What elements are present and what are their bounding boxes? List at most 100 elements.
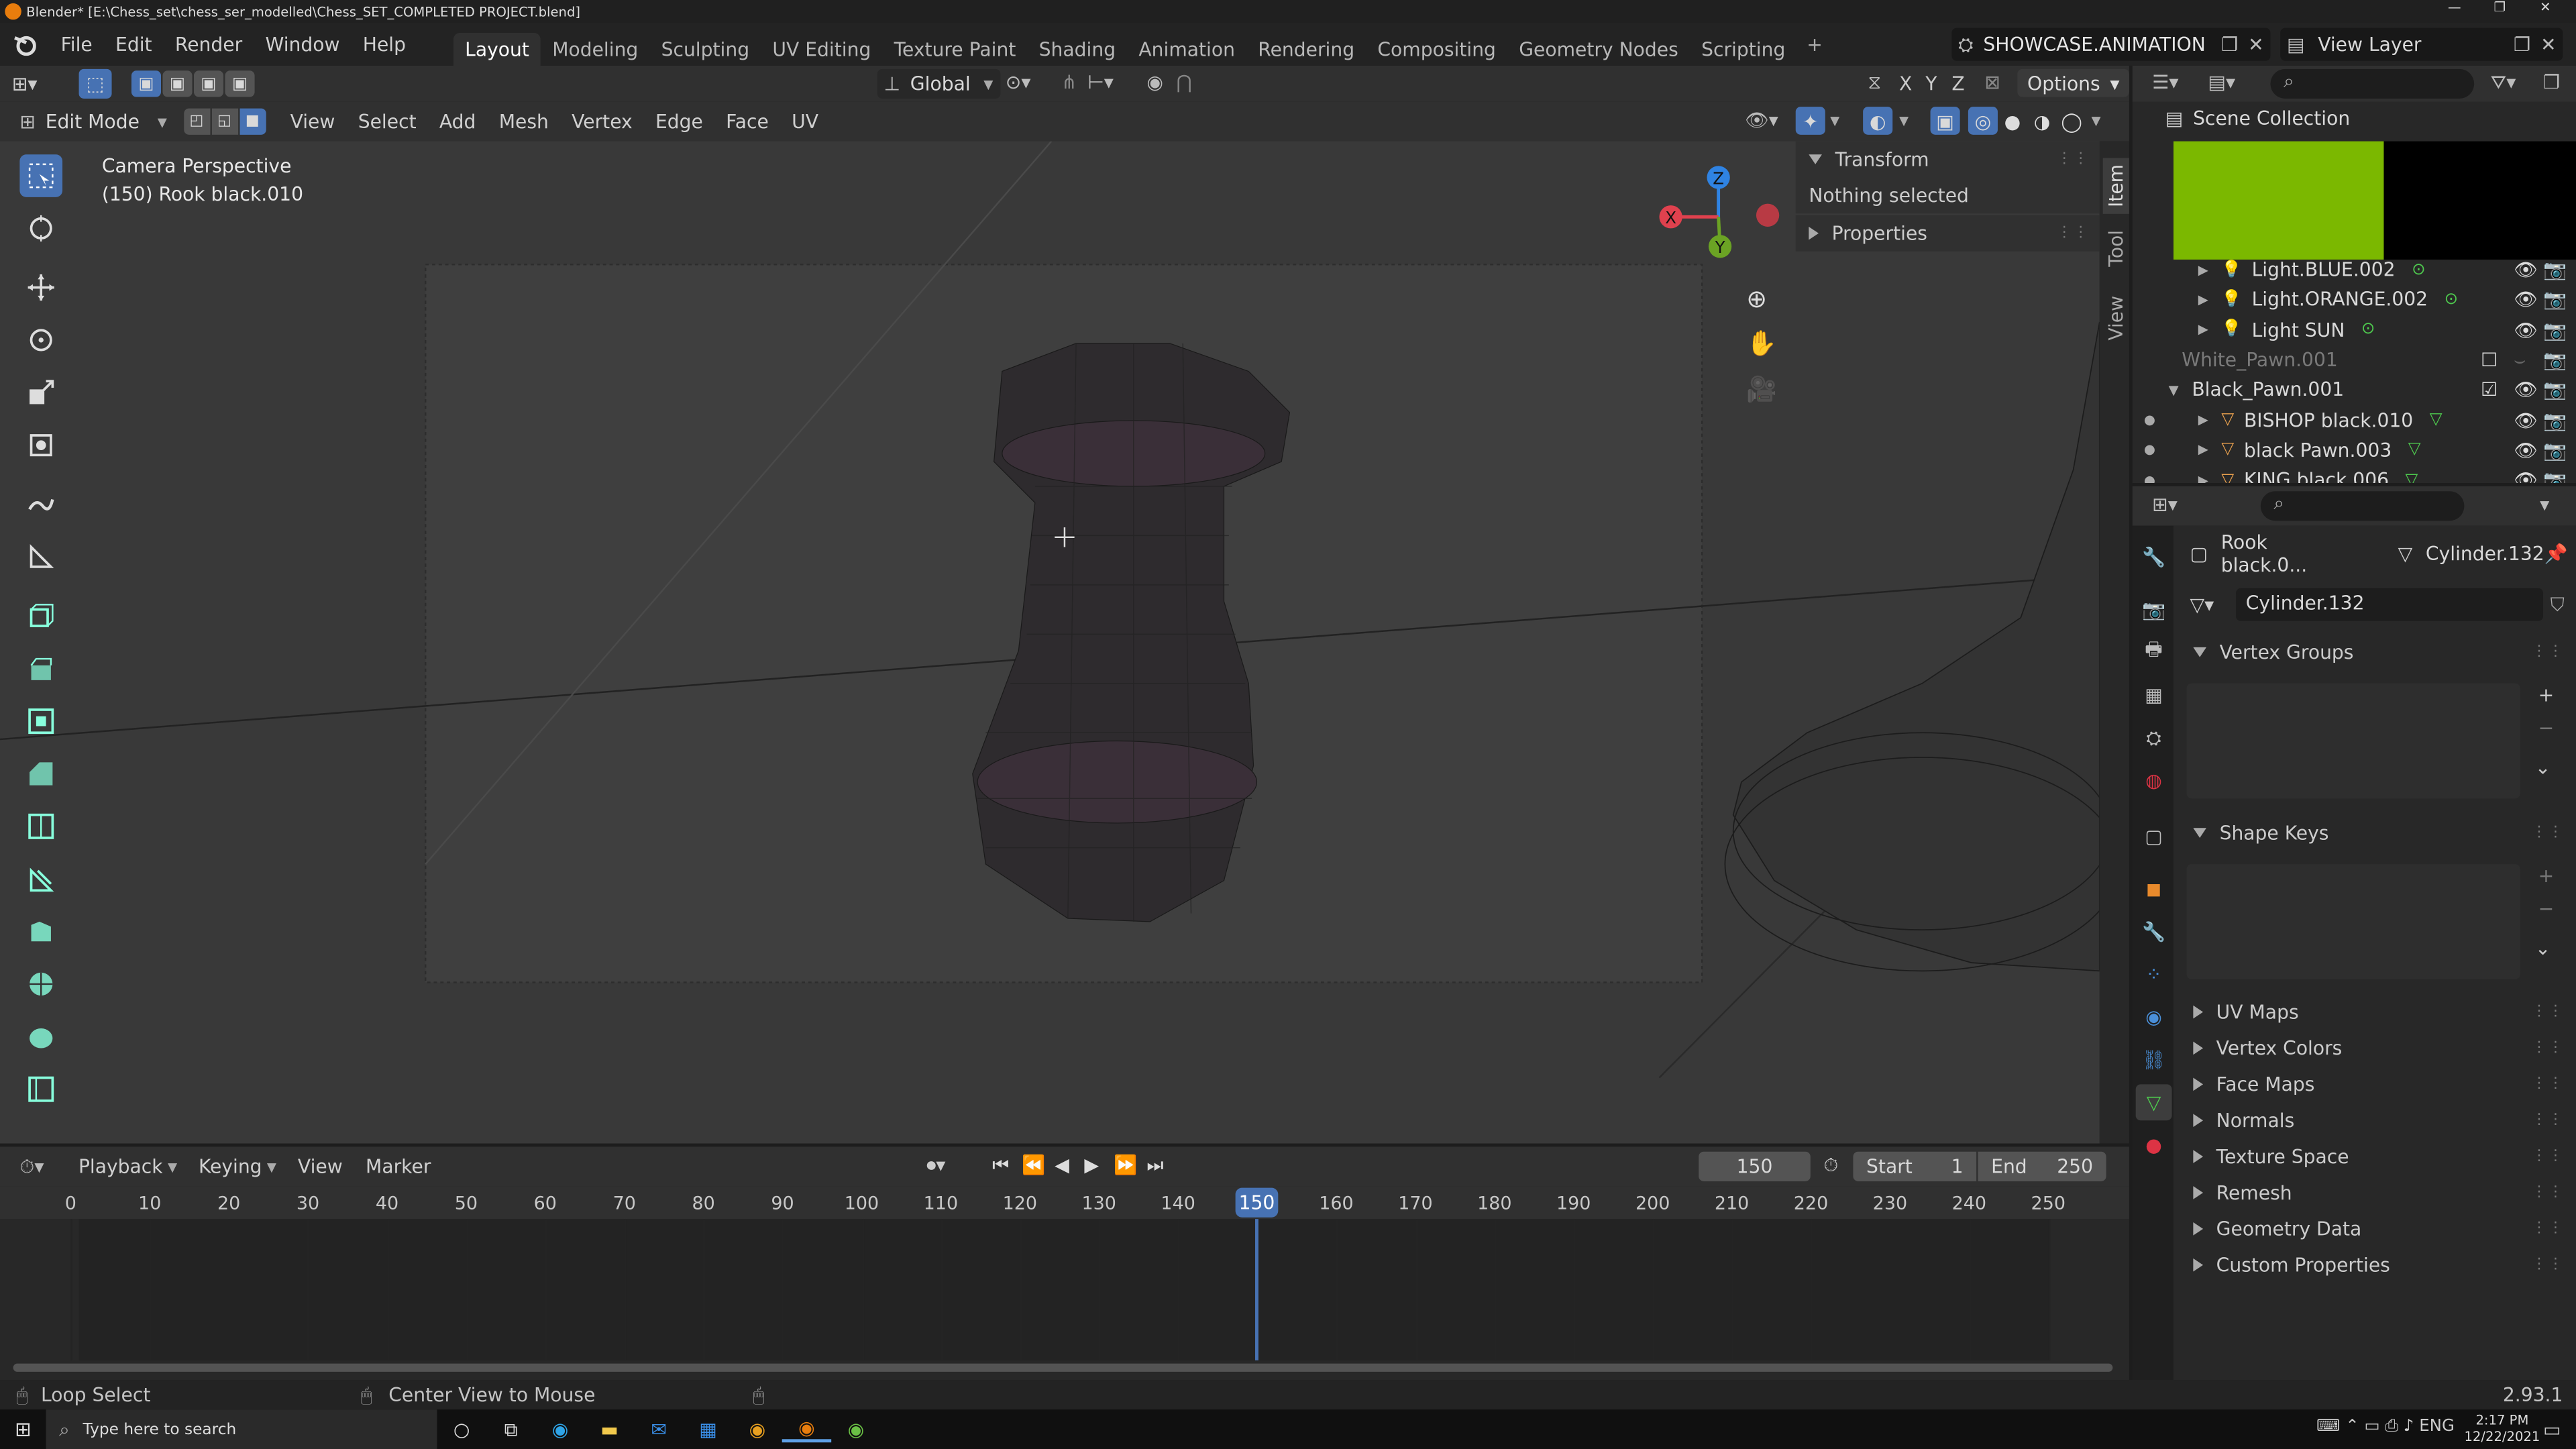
collection-tab-icon[interactable]: ▢ — [2139, 821, 2169, 851]
selectability-icon[interactable]: 👁▾ — [1745, 109, 1778, 131]
drag-grip-icon[interactable]: ⋮⋮ — [2532, 1148, 2565, 1165]
panel-geometry-data[interactable]: Geometry Data ⋮⋮ — [2180, 1211, 2571, 1247]
knife-icon[interactable] — [19, 857, 62, 900]
timeline-menu-marker[interactable]: Marker — [354, 1155, 443, 1178]
properties-options-icon[interactable]: ▾ — [2540, 493, 2549, 516]
store-icon[interactable]: ▦ — [684, 1417, 733, 1440]
render-camera-icon[interactable]: 📷 — [2543, 439, 2567, 462]
scene-tab-icon[interactable]: ⛭ — [2139, 723, 2169, 753]
add-cube-icon[interactable] — [19, 595, 62, 638]
outliner-row[interactable]: White_Pawn.001 ⌣ 📷 ☐ — [2133, 345, 2576, 375]
tab-sculpting[interactable]: Sculpting — [649, 33, 761, 66]
app-green-icon[interactable]: ◉ — [831, 1417, 880, 1440]
mesh-name-field[interactable]: Cylinder.132 — [2236, 588, 2544, 621]
render-camera-icon[interactable]: 📷 — [2543, 318, 2567, 341]
drag-grip-icon[interactable]: ⋮⋮ — [2532, 1004, 2565, 1020]
new-collection-icon[interactable]: ❐ — [2543, 70, 2560, 93]
outliner-row[interactable]: ● ▶ ▽ KING black.006 ▽ 👁 📷 — [2133, 465, 2576, 483]
tab-tool[interactable]: Tool — [2103, 223, 2129, 273]
drag-grip-icon[interactable]: ⋮⋮ — [2532, 1185, 2565, 1201]
3d-viewport[interactable]: Camera Perspective (150) Rook black.010 … — [0, 141, 2100, 1144]
mirror-icon[interactable]: ⧖ — [1868, 70, 1881, 95]
particles-tab-icon[interactable]: ⁘ — [2139, 959, 2169, 989]
shape-keys-header[interactable]: Shape Keys ⋮⋮ — [2180, 815, 2571, 851]
blender-taskbar-icon[interactable]: ◉ — [782, 1416, 832, 1443]
tab-shading[interactable]: Shading — [1028, 33, 1128, 66]
jump-end-icon[interactable]: ⏭ — [1146, 1153, 1163, 1178]
start-frame-field[interactable]: Start 1 — [1853, 1151, 1977, 1181]
overlays-icon[interactable]: ◐ — [1863, 107, 1893, 135]
current-frame-field[interactable]: 150 — [1699, 1151, 1811, 1181]
tab-uv-editing[interactable]: UV Editing — [761, 33, 882, 66]
constraints-tab-icon[interactable]: ⛓ — [2139, 1045, 2169, 1075]
menu-render[interactable]: Render — [164, 33, 254, 56]
tab-layout[interactable]: Layout — [453, 32, 541, 66]
timeline-scrollbar[interactable] — [13, 1363, 2113, 1372]
chrome-icon[interactable]: ◉ — [733, 1417, 782, 1440]
new-scene-icon[interactable]: ❐ — [2221, 33, 2238, 56]
preview-range-icon[interactable]: ⏱ — [1823, 1153, 1838, 1178]
properties-panel-header[interactable]: Properties ⋮⋮ — [1795, 215, 2100, 252]
viewport-menu-uv[interactable]: UV — [780, 110, 830, 133]
viewport-menu-select[interactable]: Select — [347, 110, 428, 133]
remove-shape-key-icon[interactable]: − — [2538, 897, 2555, 920]
inset-icon[interactable] — [19, 700, 62, 743]
proportional-falloff-icon[interactable]: ⋂ — [1176, 70, 1191, 93]
windows-start-icon[interactable]: ⊞ — [0, 1417, 46, 1440]
visibility-eye-icon[interactable]: 👁 — [2514, 258, 2538, 281]
vertex-groups-list[interactable] — [2186, 683, 2520, 799]
delete-scene-icon[interactable]: ✕ — [2248, 33, 2264, 56]
render-tab-icon[interactable]: 📷 — [2139, 595, 2169, 625]
clock[interactable]: 2:17 PM 12/22/2021 — [2464, 1413, 2540, 1446]
mirror-y-toggle[interactable]: Y — [1925, 72, 1937, 95]
drag-grip-icon[interactable]: ⋮⋮ — [2532, 1221, 2565, 1237]
transform-icon[interactable] — [19, 424, 62, 467]
tab-modeling[interactable]: Modeling — [541, 33, 649, 66]
vertex-group-specials-icon[interactable]: ⌄ — [2535, 756, 2551, 779]
drag-grip-icon[interactable]: ⋮⋮ — [2532, 1112, 2565, 1128]
notifications-icon[interactable]: ▭ — [2543, 1417, 2561, 1440]
drag-grip-icon[interactable]: ⋮⋮ — [2532, 824, 2565, 841]
select-mode-extend-icon[interactable]: ▣ — [162, 70, 193, 97]
expand-arrow-icon[interactable]: ▶ — [2198, 323, 2208, 337]
material-shading-icon[interactable]: ◑ — [2027, 107, 2057, 135]
file-explorer-icon[interactable]: ▬ — [585, 1417, 634, 1440]
add-shape-key-icon[interactable]: + — [2538, 864, 2555, 887]
pin-icon[interactable]: 📌 — [2544, 542, 2568, 565]
mesh-datablock-selector[interactable]: ▽▾ Cylinder.132 ⛉ — [2190, 588, 2565, 621]
rotate-icon[interactable] — [19, 319, 62, 362]
visibility-eye-icon[interactable]: 👁 — [2514, 378, 2538, 401]
jump-keyframe-forward-icon[interactable]: ⏩ — [1114, 1153, 1137, 1176]
mail-icon[interactable]: ✉ — [634, 1417, 683, 1440]
playhead-frame-badge[interactable]: 150 — [1235, 1187, 1279, 1218]
view-layer-selector[interactable]: ▤ View Layer ❐ ✕ — [2280, 28, 2563, 61]
menu-window[interactable]: Window — [254, 33, 351, 56]
visibility-eye-icon[interactable]: ⌣ — [2514, 347, 2526, 372]
outliner-editor-icon[interactable]: ☰▾ — [2152, 70, 2178, 93]
task-view-icon[interactable]: ⧉ — [486, 1417, 535, 1442]
visibility-eye-icon[interactable]: 👁 — [2514, 288, 2538, 311]
move-icon[interactable] — [19, 266, 62, 309]
properties-editor-icon[interactable]: ⊞▾ — [2152, 493, 2178, 516]
timeline[interactable]: 0 10 20 30 40 50 60 70 80 90 100 110 120 130 140 150 160… — [0, 1186, 2129, 1381]
menu-help[interactable]: Help — [352, 33, 417, 56]
camera-view-icon[interactable]: 🎥 — [1746, 374, 1777, 404]
select-box-icon[interactable] — [19, 154, 63, 197]
render-camera-icon[interactable]: 📷 — [2543, 258, 2567, 281]
tab-rendering[interactable]: Rendering — [1246, 33, 1366, 66]
shading-menu-icon[interactable]: ▾ — [2092, 109, 2101, 131]
vertex-select-mode-icon[interactable]: ◰ — [183, 108, 210, 135]
editor-type-icon[interactable]: ⊞▾ — [0, 72, 49, 95]
extrude-icon[interactable] — [19, 647, 62, 690]
menu-file[interactable]: File — [49, 33, 103, 56]
panel-custom-properties[interactable]: Custom Properties ⋮⋮ — [2180, 1247, 2571, 1283]
smooth-icon[interactable] — [19, 1015, 62, 1058]
remove-vertex-group-icon[interactable]: − — [2538, 716, 2555, 739]
select-mode-subtract-icon[interactable]: ▣ — [193, 70, 224, 97]
maximize-icon[interactable]: ❐ — [2494, 0, 2506, 15]
material-tab-icon[interactable]: ● — [2139, 1130, 2169, 1160]
auto-keying-icon[interactable]: ⏺▾ — [926, 1153, 945, 1178]
rendered-shading-icon[interactable]: ◯ — [2057, 107, 2086, 135]
visibility-eye-icon[interactable]: 👁 — [2514, 318, 2538, 341]
cortana-icon[interactable]: ○ — [437, 1417, 486, 1440]
